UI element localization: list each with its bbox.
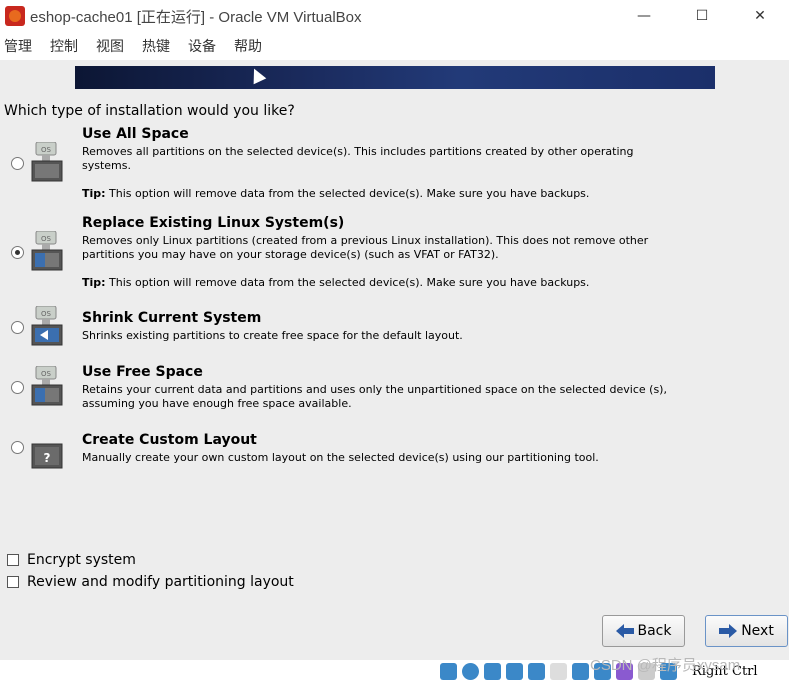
tip-text: This option will remove data from the se… bbox=[105, 276, 590, 289]
radio-custom-layout[interactable] bbox=[11, 441, 24, 454]
hard-disk-icon[interactable] bbox=[440, 663, 457, 680]
back-button-label: Back bbox=[637, 623, 672, 639]
disk-os-shrink-icon: OS bbox=[31, 306, 63, 346]
option-title: Use Free Space bbox=[82, 364, 203, 380]
option-description: Manually create your own custom layout o… bbox=[82, 451, 599, 464]
review-layout-checkbox[interactable] bbox=[7, 576, 19, 588]
network-icon[interactable] bbox=[506, 663, 523, 680]
option-title: Use All Space bbox=[82, 126, 189, 142]
disk-os-linux-icon: OS bbox=[31, 231, 63, 271]
option-title: Create Custom Layout bbox=[82, 432, 257, 448]
option-description: Removes only Linux partitions (created f… bbox=[82, 234, 649, 261]
audio-icon[interactable] bbox=[484, 663, 501, 680]
window-controls: — ☐ ✕ bbox=[615, 0, 789, 32]
svg-text:OS: OS bbox=[41, 310, 52, 318]
virtualbox-app-icon bbox=[5, 6, 25, 26]
watermark-text: CSDN @程序员xysam bbox=[590, 657, 741, 674]
radio-use-free-space[interactable] bbox=[11, 381, 24, 394]
menubar: 管理 控制 视图 热键 设备 帮助 bbox=[0, 32, 789, 60]
disk-os-full-icon: OS bbox=[31, 142, 63, 182]
radio-use-all-space[interactable] bbox=[11, 157, 24, 170]
arrow-right-icon bbox=[719, 624, 738, 638]
usb-icon[interactable] bbox=[528, 663, 545, 680]
guest-screen[interactable]: Which type of installation would you lik… bbox=[0, 60, 789, 660]
radio-replace-linux[interactable] bbox=[11, 246, 24, 259]
menu-manage[interactable]: 管理 bbox=[0, 36, 32, 56]
close-button[interactable]: ✕ bbox=[731, 0, 789, 32]
window-titlebar: eshop-cache01 [正在运行] - Oracle VM Virtual… bbox=[0, 0, 789, 32]
maximize-button[interactable]: ☐ bbox=[673, 0, 731, 32]
disk-os-free-icon: OS bbox=[31, 366, 63, 406]
option-description: Removes all partitions on the selected d… bbox=[82, 145, 634, 172]
option-title: Shrink Current System bbox=[82, 310, 262, 326]
review-layout-label: Review and modify partitioning layout bbox=[27, 574, 294, 590]
menu-view[interactable]: 视图 bbox=[92, 36, 124, 56]
option-tip: Tip: This option will remove data from t… bbox=[82, 187, 589, 200]
disk-custom-icon: ? bbox=[31, 443, 63, 469]
installer-banner bbox=[75, 66, 715, 89]
option-title: Replace Existing Linux System(s) bbox=[82, 215, 345, 231]
menu-control[interactable]: 控制 bbox=[46, 36, 78, 56]
menu-devices[interactable]: 设备 bbox=[184, 36, 216, 56]
option-description: Shrinks existing partitions to create fr… bbox=[82, 329, 463, 342]
menu-hotkeys[interactable]: 热键 bbox=[138, 36, 170, 56]
shared-folders-icon[interactable] bbox=[550, 663, 567, 680]
encrypt-system-label: Encrypt system bbox=[27, 552, 136, 568]
next-button-label: Next bbox=[741, 623, 774, 639]
back-button[interactable]: Back bbox=[602, 615, 685, 647]
optical-drive-icon[interactable] bbox=[462, 663, 479, 680]
minimize-button[interactable]: — bbox=[615, 0, 673, 32]
radio-shrink-current[interactable] bbox=[11, 321, 24, 334]
arrow-left-icon bbox=[615, 624, 634, 638]
svg-text:OS: OS bbox=[41, 146, 52, 154]
encrypt-system-checkbox[interactable] bbox=[7, 554, 19, 566]
option-tip: Tip: This option will remove data from t… bbox=[82, 276, 589, 289]
tip-label: Tip: bbox=[82, 276, 106, 289]
installation-question: Which type of installation would you lik… bbox=[4, 103, 295, 119]
svg-text:OS: OS bbox=[41, 370, 52, 378]
svg-text:?: ? bbox=[44, 451, 51, 465]
next-button[interactable]: Next bbox=[705, 615, 788, 647]
tip-text: This option will remove data from the se… bbox=[105, 187, 590, 200]
encrypt-system-row[interactable]: Encrypt system bbox=[7, 552, 136, 568]
option-description: Retains your current data and partitions… bbox=[82, 383, 667, 410]
window-title: eshop-cache01 [正在运行] - Oracle VM Virtual… bbox=[30, 8, 362, 26]
tip-label: Tip: bbox=[82, 187, 106, 200]
menu-help[interactable]: 帮助 bbox=[230, 36, 262, 56]
svg-text:OS: OS bbox=[41, 235, 52, 243]
review-layout-row[interactable]: Review and modify partitioning layout bbox=[7, 574, 294, 590]
display-icon[interactable] bbox=[572, 663, 589, 680]
